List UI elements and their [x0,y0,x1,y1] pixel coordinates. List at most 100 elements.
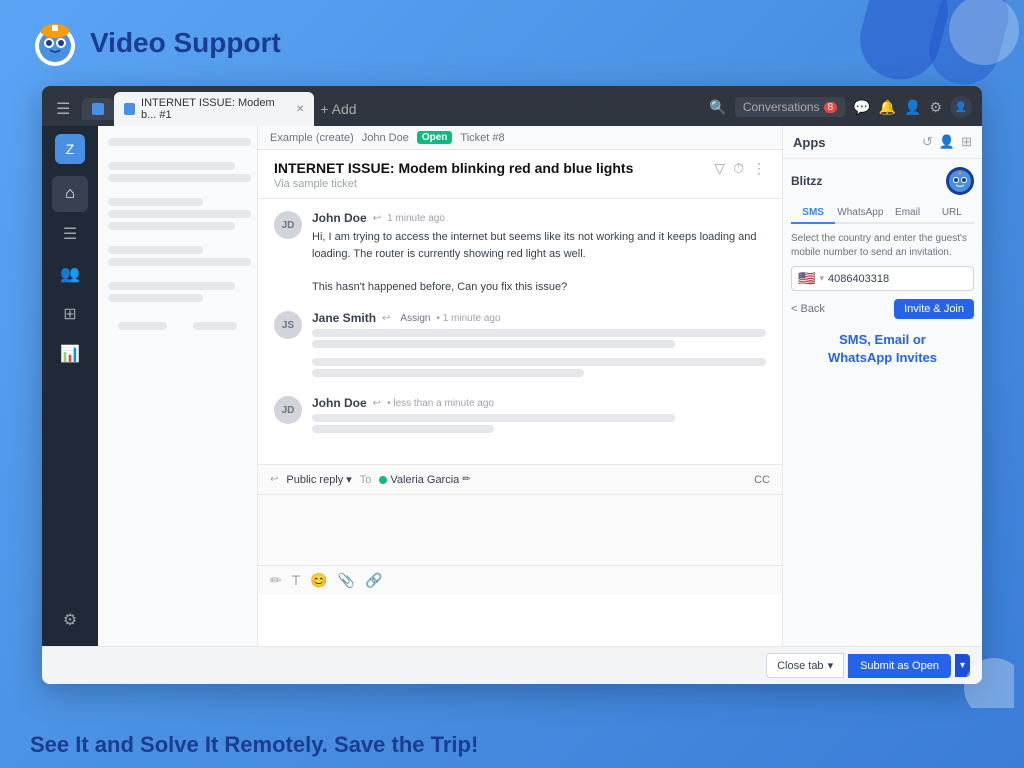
recipient-name: Valeria Garcia [390,474,459,486]
apps-panel-title: Apps [793,135,826,150]
close-tab-chevron[interactable]: ▾ [828,659,834,672]
conversations-btn[interactable]: Conversations 8 [735,97,845,117]
tab-whatsapp[interactable]: WhatsApp [835,203,885,224]
ticket-header-actions: ▽ ⏱ ⋮ [714,160,766,177]
tab-title: INTERNET ISSUE: Modem b... #1 [141,97,290,121]
skeleton-3b [312,425,494,433]
invite-join-button[interactable]: Invite & Join [894,299,974,319]
secondary-sidebar [98,126,258,646]
message-row-3: JD John Doe ↩ • less than a minute ago [274,396,766,436]
clock-icon[interactable]: ⏱ [733,160,744,177]
phone-number-input[interactable]: 4086403318 [828,273,889,285]
sidebar-item-grid[interactable]: ⊞ [52,296,88,332]
text-format-icon[interactable]: T [292,572,301,589]
assign-label[interactable]: Assign [400,313,430,324]
message-row: JD John Doe ↩ 1 minute ago Hi, I am tryi… [274,211,766,295]
conversations-count: 8 [824,102,838,113]
message-author-3: John Doe [312,396,367,410]
link-icon[interactable]: 🔗 [365,572,382,589]
phone-input-row[interactable]: 🇺🇸 ▾ 4086403318 [791,266,974,291]
app-layout: Z ⌂ ☰ 👥 ⊞ 📊 ⚙ [42,126,982,646]
people-icon[interactable]: 👤 [904,99,921,116]
refresh-icon[interactable]: ↺ [922,134,933,150]
message-meta-2: Jane Smith ↩ Assign • 1 minute ago [312,311,766,325]
reply-type-selector[interactable]: Public reply ▾ [286,473,351,486]
edit-recipient-icon[interactable]: ✏ [462,474,470,485]
sidebar-brand-icon[interactable]: Z [55,134,85,164]
message-meta-3: John Doe ↩ • less than a minute ago [312,396,766,410]
conversations-label: Conversations [743,100,820,114]
cc-button[interactable]: CC [754,474,770,486]
bell-icon[interactable]: 🔔 [879,99,896,116]
submit-open-button[interactable]: Submit as Open [848,654,951,678]
format-icon[interactable]: ✏ [270,572,282,589]
skeleton-2a [312,329,766,337]
attach-icon[interactable]: 📎 [338,572,355,589]
close-tab-button[interactable]: Close tab ▾ [766,653,844,678]
reply-arrow-icon-3: ↩ [373,398,381,409]
sidebar-skeleton-9 [108,282,235,290]
skeleton-2b [312,340,675,348]
sms-email-promo: SMS, Email orWhatsApp Invites [791,331,974,367]
logo-text: Video Support [90,27,281,59]
reply-arrow-icon-1: ↩ [373,213,381,224]
more-icon[interactable]: ⋮ [752,160,766,177]
sidebar-skeleton-2 [108,162,235,170]
message-body-3: John Doe ↩ • less than a minute ago [312,396,766,436]
tab-close-btn[interactable]: ✕ [296,104,304,115]
tab-sms[interactable]: SMS [791,203,835,224]
blitzz-label: Blitzz [791,174,822,188]
user-panel-icon[interactable]: 👤 [939,134,955,150]
grid-panel-icon[interactable]: ⊞ [961,134,972,150]
sidebar-item-home[interactable]: ⌂ [52,176,88,212]
sidebar-item-settings[interactable]: ⚙ [52,602,88,638]
panel-actions: < Back Invite & Join [791,299,974,319]
sms-tabs: SMS WhatsApp Email URL [791,203,974,224]
sidebar-item-chart[interactable]: 📊 [52,336,88,372]
left-sidebar: Z ⌂ ☰ 👥 ⊞ 📊 ⚙ [42,126,98,646]
tab-favicon [92,103,104,115]
sidebar-toggle-icon[interactable]: ☰ [52,95,74,123]
message-text-1: Hi, I am trying to access the internet b… [312,229,766,295]
user-avatar-btn[interactable]: 👤 [950,96,972,118]
ticket-header: INTERNET ISSUE: Modem blinking red and b… [258,150,782,199]
settings-icon[interactable]: ⚙ [929,99,942,116]
filter-icon[interactable]: ▽ [714,160,725,177]
active-tab[interactable]: INTERNET ISSUE: Modem b... #1 ✕ [114,92,314,126]
sidebar-item-book[interactable]: ☰ [52,216,88,252]
main-content: ☰ INTERNET ISSUE: Modem b... #1 ✕ + Add … [0,86,1024,716]
emoji-icon[interactable]: 😊 [310,572,327,589]
sidebar-skeleton-7 [108,246,203,254]
reply-type-chevron: ▾ [346,473,352,486]
sidebar-skeleton-6 [108,222,235,230]
message-body-2: Jane Smith ↩ Assign • 1 minute ago [312,311,766,380]
reply-mode-icon: ↩ [270,474,278,485]
back-button[interactable]: < Back [791,303,825,315]
reply-body[interactable] [258,495,782,565]
close-tab-label: Close tab [777,660,823,672]
tab-email[interactable]: Email [885,203,929,224]
right-panel-icons: ↺ 👤 ⊞ [922,134,972,150]
reply-to-label: To [360,474,372,486]
blitzz-app-icon [946,167,974,195]
avatar-john-1: JD [274,211,302,239]
submit-dropdown-btn[interactable]: ▾ [955,654,970,677]
sidebar-skeleton-1 [108,138,251,146]
sidebar-skeleton-11 [118,322,167,330]
reply-area: ↩ Public reply ▾ To Valeria Garcia ✏ [258,464,782,595]
tab-url[interactable]: URL [930,203,974,224]
reply-arrow-icon-2: ↩ [382,313,390,324]
footer-tagline: See It and Solve It Remotely. Save the T… [0,716,1024,768]
message-author-2: Jane Smith [312,311,376,325]
search-icon[interactable]: 🔍 [709,99,726,116]
tab-add-btn[interactable]: + Add [320,101,356,117]
sidebar-skeleton-4 [108,198,203,206]
chat-icon[interactable]: 💬 [853,99,870,116]
phone-country-chevron[interactable]: ▾ [819,273,824,284]
breadcrumb-example[interactable]: Example (create) [270,132,354,144]
sidebar-skeleton-8 [108,258,251,266]
right-panel-header: Apps ↺ 👤 ⊞ [783,126,982,159]
sidebar-item-users[interactable]: 👥 [52,256,88,292]
reply-toolbar: ✏ T 😊 📎 🔗 [258,565,782,595]
breadcrumb-bar: Example (create) John Doe Open Ticket #8 [258,126,782,150]
